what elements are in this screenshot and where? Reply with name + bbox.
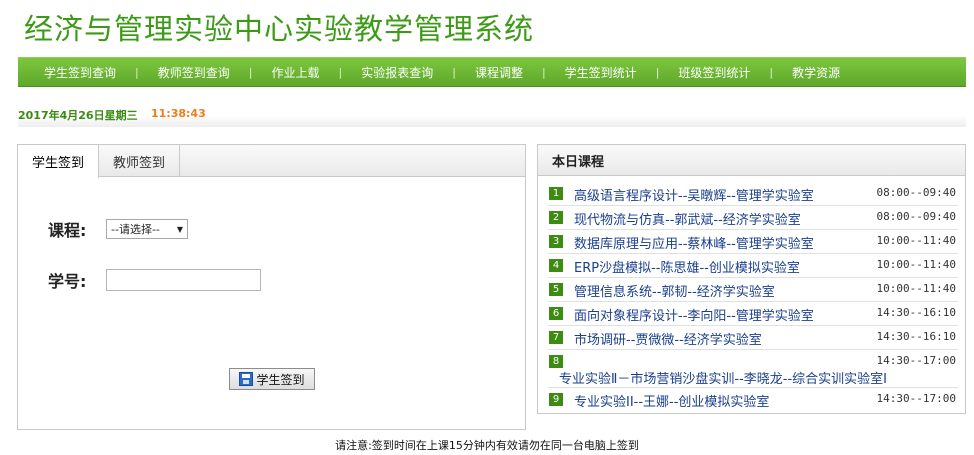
tab-student-signin[interactable]: 学生签到 xyxy=(18,145,100,178)
nav-item-label[interactable]: 课程调整 xyxy=(475,64,523,81)
nav-separator: | xyxy=(541,65,546,79)
today-courses-title: 本日课程 xyxy=(538,145,965,176)
current-date: 2017年4月26日星期三 xyxy=(18,109,138,122)
course-item[interactable]: 6 面向对象程序设计--李向阳--管理学实验室 14:30--16:10 xyxy=(548,303,958,326)
student-id-row: 学号: xyxy=(48,268,261,292)
signin-tabs: 学生签到 教师签到 xyxy=(18,145,525,178)
course-item[interactable]: 7 市场调研--贾微微--经济学实验室 14:30--16:10 xyxy=(548,327,958,350)
student-signin-button-label: 学生签到 xyxy=(256,372,305,387)
signin-notice: 请注意:签到时间在上课15分钟内有效请勿在同一台电脑上签到 xyxy=(335,439,639,452)
save-icon xyxy=(239,372,254,386)
site-title: 经济与管理实验中心实验教学管理系统 xyxy=(24,12,535,46)
course-title-link[interactable]: 市场调研--贾微微--经济学实验室 xyxy=(574,329,762,348)
today-courses-panel: 本日课程 1 高级语言程序设计--吴暾辉--管理学实验室 08:00--09:4… xyxy=(537,144,966,414)
course-title-link[interactable]: 高级语言程序设计--吴暾辉--管理学实验室 xyxy=(574,185,814,204)
nav-item-lab-report-query[interactable]: 实验报表查询 | xyxy=(361,64,475,81)
course-number-badge: 6 xyxy=(549,307,563,320)
nav-item-label[interactable]: 实验报表查询 xyxy=(361,64,433,81)
current-time: 11:38:43 xyxy=(151,107,206,120)
course-number-badge: 2 xyxy=(549,211,563,224)
nav-separator: | xyxy=(452,65,456,79)
nav-item-label[interactable]: 教学资源 xyxy=(792,64,840,81)
nav-item-student-signin-query[interactable]: 学生签到查询 | xyxy=(44,64,158,81)
course-number-badge: 8 xyxy=(549,355,563,368)
course-time: 10:00--11:40 xyxy=(876,258,956,271)
course-title-link[interactable]: 面向对象程序设计--李向阳--管理学实验室 xyxy=(574,305,814,324)
student-signin-button[interactable]: 学生签到 xyxy=(229,368,315,390)
nav-item-label[interactable]: 学生签到统计 xyxy=(565,64,637,81)
course-title-link[interactable]: 现代物流与仿真--郭武斌--经济学实验室 xyxy=(574,209,801,228)
main-nav: 学生签到查询 | 教师签到查询 | 作业上载 | 实验报表查询 | 课程调整 | 学生签到… xyxy=(18,57,966,87)
nav-item-label[interactable]: 教师签到查询 xyxy=(158,64,230,81)
course-select-value: --请选择-- xyxy=(111,223,160,236)
course-time: 14:30--17:00 xyxy=(876,354,956,367)
tab-teacher-signin[interactable]: 教师签到 xyxy=(99,145,181,177)
course-select[interactable]: --请选择-- ▼ xyxy=(106,219,188,239)
course-number-badge: 1 xyxy=(549,187,563,200)
nav-item-label[interactable]: 作业上载 xyxy=(271,64,319,81)
dropdown-arrow-icon: ▼ xyxy=(176,224,183,234)
course-time: 10:00--11:40 xyxy=(876,282,956,295)
nav-separator: | xyxy=(769,65,774,79)
course-number-badge: 3 xyxy=(549,235,563,248)
course-item[interactable]: 5 管理信息系统--郭韧--经济学实验室 10:00--11:40 xyxy=(548,279,958,302)
course-item[interactable]: 3 数据库原理与应用--蔡林峰--管理学实验室 10:00--11:40 xyxy=(548,231,958,254)
course-time: 14:30--17:00 xyxy=(876,392,956,405)
signin-panel: 学生签到 教师签到 课程: --请选择-- ▼ 学号: 学生签到 xyxy=(17,144,526,430)
nav-item-label[interactable]: 班级签到统计 xyxy=(678,64,750,81)
course-time: 08:00--09:40 xyxy=(876,210,956,223)
nav-separator: | xyxy=(135,65,139,79)
course-time: 14:30--16:10 xyxy=(876,330,956,343)
nav-separator: | xyxy=(655,65,660,79)
course-time: 08:00--09:40 xyxy=(876,186,956,199)
nav-item-course-adjust[interactable]: 课程调整 | xyxy=(475,64,565,81)
course-title-link[interactable]: ERP沙盘模拟--陈思雄--创业模拟实验室 xyxy=(574,257,800,276)
course-number-badge: 4 xyxy=(549,259,563,272)
course-number-badge: 9 xyxy=(549,393,563,406)
course-title-link[interactable]: 管理信息系统--郭韧--经济学实验室 xyxy=(574,281,775,300)
nav-separator: | xyxy=(248,65,253,79)
course-title-link[interactable]: 专业实验II--王娜--创业模拟实验室 xyxy=(574,391,769,410)
student-id-label: 学号: xyxy=(48,272,87,291)
course-number-badge: 5 xyxy=(549,283,563,296)
student-id-input[interactable] xyxy=(106,269,261,291)
nav-item-label[interactable]: 学生签到查询 xyxy=(44,64,116,81)
nav-item-homework-upload[interactable]: 作业上载 | xyxy=(271,64,361,81)
course-item[interactable]: 2 现代物流与仿真--郭武斌--经济学实验室 08:00--09:40 xyxy=(548,207,958,230)
course-label: 课程: xyxy=(48,221,87,240)
nav-item-student-signin-stats[interactable]: 学生签到统计 | xyxy=(565,64,679,81)
course-time: 14:30--16:10 xyxy=(876,306,956,319)
course-title-link[interactable]: 专业实验Ⅱ－市场营销沙盘实训--李晓龙--综合实训实验室Ⅰ xyxy=(559,368,887,387)
course-title-link[interactable]: 数据库原理与应用--蔡林峰--管理学实验室 xyxy=(574,233,814,252)
course-item[interactable]: 4 ERP沙盘模拟--陈思雄--创业模拟实验室 10:00--11:40 xyxy=(548,255,958,278)
course-item[interactable]: 1 高级语言程序设计--吴暾辉--管理学实验室 08:00--09:40 xyxy=(548,183,958,206)
nav-separator: | xyxy=(338,65,343,79)
course-row: 课程: --请选择-- ▼ xyxy=(48,217,188,241)
nav-item-teacher-signin-query[interactable]: 教师签到查询 | xyxy=(158,64,272,81)
nav-item-class-signin-stats[interactable]: 班级签到统计 | xyxy=(678,64,792,81)
nav-item-teaching-resources[interactable]: 教学资源 xyxy=(792,64,840,81)
date-bar: 2017年4月26日星期三 11:38:43 xyxy=(18,101,966,127)
course-item[interactable]: 8 专业实验Ⅱ－市场营销沙盘实训--李晓龙--综合实训实验室Ⅰ 14:30--1… xyxy=(548,351,958,388)
course-number-badge: 7 xyxy=(549,331,563,344)
course-item[interactable]: 9 专业实验II--王娜--创业模拟实验室 14:30--17:00 xyxy=(548,389,958,412)
course-time: 10:00--11:40 xyxy=(876,234,956,247)
